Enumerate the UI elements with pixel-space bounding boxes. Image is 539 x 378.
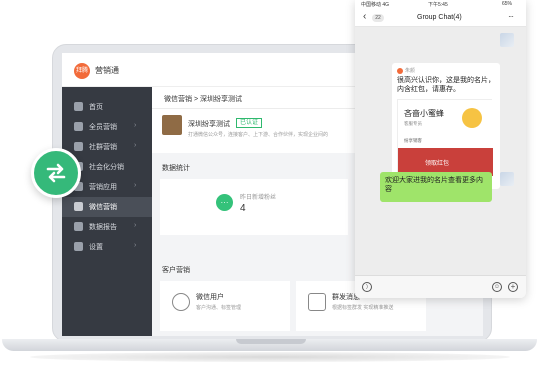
avatar: [500, 33, 514, 47]
avatar: [162, 115, 182, 135]
sender-avatar: [397, 67, 403, 74]
sidebar-item-label: 首页: [89, 104, 103, 111]
card-top: 吝啬小蜜蜂 客服专员 纷享销客: [398, 100, 493, 148]
brand-logo: 拜腾: [74, 63, 90, 79]
stat-label: 昨日新增粉丝: [240, 195, 277, 201]
card-company: 纷享销客: [404, 138, 422, 143]
more-icon[interactable]: ···: [508, 12, 514, 21]
sidebar-item-label: 全员营销: [89, 124, 117, 131]
chat-title: Group Chat(4): [417, 14, 462, 21]
chevron-right-icon: ›: [134, 122, 137, 129]
card-subtitle: 客户沟通、标签管理: [196, 305, 242, 311]
wechat-users-card[interactable]: 微信用户 客户沟通、标签管理: [160, 281, 290, 331]
gear-icon: [74, 242, 83, 251]
verified-badge: 已认证: [236, 118, 263, 128]
status-time: 下午5:45: [428, 2, 448, 8]
users-icon: [74, 122, 83, 131]
sender-row: 朱颜: [397, 67, 415, 74]
claim-red-envelope-button[interactable]: 领取红包: [425, 158, 449, 167]
sidebar-item-home[interactable]: 首页: [62, 97, 152, 117]
swap-icon: [46, 163, 66, 183]
voice-icon[interactable]: ): [362, 282, 372, 292]
chat-input-bar: ) ☺ +: [355, 275, 526, 298]
report-icon: [74, 222, 83, 231]
sidebar-item-label: 设置: [89, 244, 103, 251]
carrier-text: 中国移动 4G: [361, 2, 390, 8]
wechat-icon: [172, 293, 190, 311]
sender-name: 朱颜: [405, 68, 416, 74]
sidebar-item-data-report[interactable]: 数据报告 ›: [62, 217, 152, 237]
chevron-right-icon: ›: [134, 242, 137, 249]
plus-icon[interactable]: +: [508, 282, 518, 292]
chevron-right-icon: ›: [134, 182, 137, 189]
sidebar: 首页 全员营销 › 社群营销 › 社会化分销 营销应用 › 微信营销 数据报告 …: [62, 87, 152, 336]
emoji-icon[interactable]: ☺: [492, 282, 502, 292]
breadcrumb[interactable]: 微信营销 > 深圳纷享测试: [164, 94, 242, 104]
marketing-showcase: 拜腾 营销通 首页 全员营销 › 社群营销 › 社会化分销 营销应用 › 微信营…: [0, 0, 539, 378]
stat-value: 4: [240, 203, 246, 214]
status-bar: 中国移动 4G 下午5:45 65%: [355, 0, 526, 9]
sidebar-item-settings[interactable]: 设置 ›: [62, 237, 152, 257]
card-message-text: 很高兴认识你，这是我的名片，内含红包，请惠存。: [397, 77, 495, 93]
laptop-shadow: [30, 352, 510, 362]
chevron-right-icon: ›: [134, 142, 137, 149]
phone-mockup: 中国移动 4G 下午5:45 65% ‹ 22 Group Chat(4) ··…: [355, 0, 526, 298]
sidebar-item-community-marketing[interactable]: 社群营销 ›: [62, 137, 152, 157]
card-subtitle: 根据标签群发 实现精准推送: [332, 305, 394, 311]
chat-body: 朱颜 很高兴认识你，这是我的名片，内含红包，请惠存。 吝啬小蜜蜂 客服专员 纷享…: [355, 27, 526, 275]
sidebar-item-wechat-marketing[interactable]: 微信营销: [62, 197, 152, 217]
sidebar-item-label: 微信营销: [89, 204, 117, 211]
account-name: 深圳纷享测试: [188, 121, 230, 128]
card-contact-title: 客服专员: [404, 121, 422, 126]
back-icon[interactable]: ‹: [363, 11, 366, 22]
business-card-message[interactable]: 朱颜 很高兴认识你，这是我的名片，内含红包，请惠存。 吝啬小蜜蜂 客服专员 纷享…: [392, 63, 500, 189]
account-description: 打通微信公众号，连接客户、上下游、合作伙伴，实现企业间的: [188, 132, 329, 138]
sidebar-item-label: 营销应用: [89, 184, 117, 191]
red-envelope-card[interactable]: 吝啬小蜜蜂 客服专员 纷享销客 领取红包: [397, 99, 493, 176]
broadcast-icon: [308, 293, 326, 311]
unread-count-badge: 22: [372, 14, 384, 22]
chat-bubble-icon: ···: [216, 194, 233, 211]
outgoing-message[interactable]: 欢迎大家进我的名片查看更多内容: [380, 172, 492, 202]
sidebar-item-all-staff-marketing[interactable]: 全员营销 ›: [62, 117, 152, 137]
customer-section-title: 客户营销: [162, 267, 190, 274]
sidebar-item-label: 数据报告: [89, 224, 117, 231]
sidebar-item-label: 社群营销: [89, 144, 117, 151]
avatar: [500, 172, 514, 186]
card-contact-name: 吝啬小蜜蜂: [404, 109, 444, 118]
laptop-notch: [236, 339, 306, 344]
sidebar-item-label: 社会化分销: [89, 164, 124, 171]
group-icon: [74, 142, 83, 151]
card-title: 微信用户: [196, 294, 224, 301]
brand-name: 营销通: [95, 66, 119, 75]
chevron-right-icon: ›: [134, 222, 137, 229]
chat-header: ‹ 22 Group Chat(4) ···: [355, 9, 526, 27]
stats-section-title: 数据统计: [162, 165, 190, 172]
stat-card-new-fans[interactable]: ··· 昨日新增粉丝 4: [160, 179, 348, 235]
bee-emoji-icon: [462, 108, 482, 128]
home-icon: [74, 102, 83, 111]
message-text: 欢迎大家进我的名片查看更多内容: [385, 177, 483, 193]
sync-badge: [31, 148, 81, 198]
battery-text: 65%: [502, 1, 513, 7]
wechat-icon: [74, 202, 83, 211]
